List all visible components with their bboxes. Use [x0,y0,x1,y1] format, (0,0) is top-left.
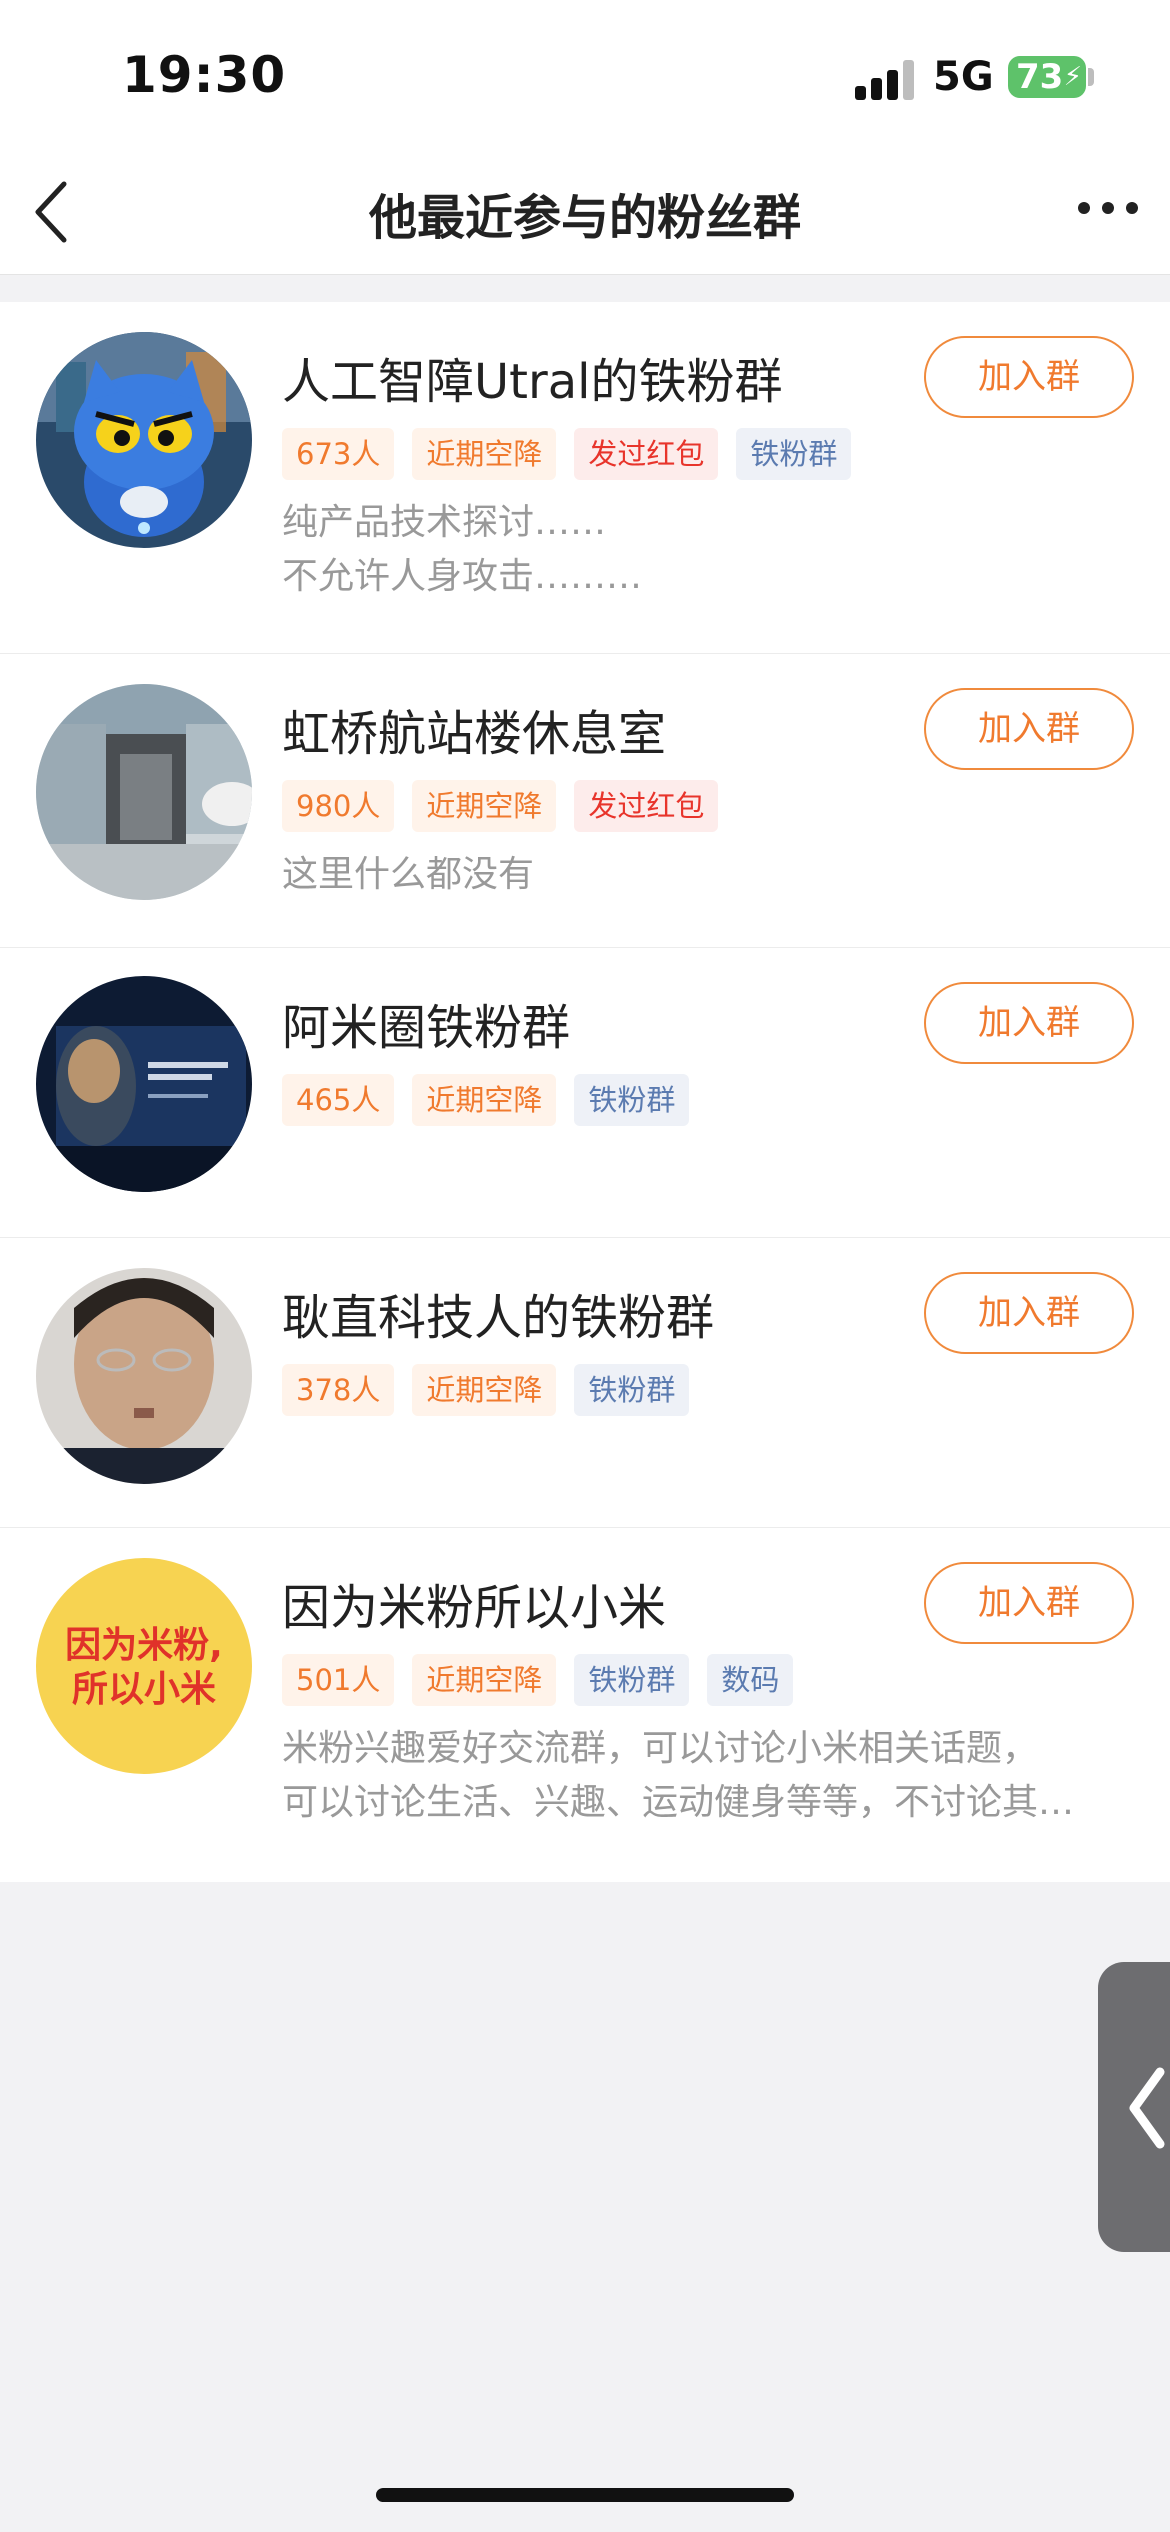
tag-list: 980人 近期空降 发过红包 [282,780,719,832]
more-options-button[interactable] [1068,178,1148,238]
tag-red-packet: 发过红包 [574,428,719,480]
tag-recent: 近期空降 [412,1364,557,1416]
more-dots-icon [1078,202,1138,214]
group-description: 米粉兴趣爱好交流群，可以讨论小米相关话题， 可以讨论生活、兴趣、运动健身等等，不… [282,1722,1138,1830]
member-count-badge: 501人 [282,1654,395,1706]
group-name: 虹桥航站楼休息室 [282,706,667,762]
group-name: 因为米粉所以小米 [282,1580,667,1636]
tag-list: 501人 近期空降 铁粉群 数码 [282,1654,794,1706]
tag-digital: 数码 [707,1654,794,1706]
network-type: 5G [933,54,994,100]
group-row[interactable]: 阿米圈铁粉群 465人 近期空降 铁粉群 加入群 [0,948,1170,1238]
tag-fan-group: 铁粉群 [574,1654,690,1706]
group-row[interactable]: 因为米粉, 所以小米 因为米粉所以小米 501人 近期空降 铁粉群 数码 米粉兴… [0,1528,1170,1882]
side-drawer-handle[interactable] [1098,1962,1170,2252]
tag-fan-group: 铁粉群 [736,428,852,480]
join-group-button[interactable]: 加入群 [924,982,1134,1064]
member-count-badge: 980人 [282,780,395,832]
person-photo-avatar[interactable] [36,1268,252,1484]
home-indicator [376,2488,794,2502]
tag-list: 673人 近期空降 发过红包 铁粉群 [282,428,852,480]
battery-icon: 73 ⚡ [1008,56,1086,98]
tag-recent: 近期空降 [412,780,557,832]
description-line: 米粉兴趣爱好交流群，可以讨论小米相关话题， [282,1728,1039,1769]
stage-portrait-avatar[interactable] [36,976,252,1192]
join-group-button[interactable]: 加入群 [924,336,1134,418]
cellular-signal-icon [855,60,917,100]
member-count-badge: 465人 [282,1074,395,1126]
join-group-button[interactable]: 加入群 [924,1562,1134,1644]
status-bar: 19:30 5G 73 ⚡ [0,0,1170,150]
group-name: 人工智障Utral的铁粉群 [282,354,783,410]
tag-list: 378人 近期空降 铁粉群 [282,1364,690,1416]
member-count-badge: 378人 [282,1364,395,1416]
tag-list: 465人 近期空降 铁粉群 [282,1074,690,1126]
nav-bar: 他最近参与的粉丝群 [0,150,1170,275]
description-line: 可以讨论生活、兴趣、运动健身等等，不讨论其… [282,1782,1075,1823]
join-group-button[interactable]: 加入群 [924,688,1134,770]
battery-tip [1088,68,1094,86]
tag-recent: 近期空降 [412,1074,557,1126]
member-count-badge: 673人 [282,428,395,480]
page-title: 他最近参与的粉丝群 [368,190,801,246]
description-line: 纯产品技术探讨…… [282,502,607,543]
tag-recent: 近期空降 [412,428,557,480]
status-time: 19:30 [122,46,287,104]
tag-fan-group: 铁粉群 [574,1074,690,1126]
tag-fan-group: 铁粉群 [574,1364,690,1416]
join-group-button[interactable]: 加入群 [924,1272,1134,1354]
group-description: 纯产品技术探讨…… 不允许人身攻击……… [282,496,1142,604]
group-row[interactable]: 虹桥航站楼休息室 980人 近期空降 发过红包 这里什么都没有 加入群 [0,654,1170,948]
avatar-logo-line: 因为米粉, [65,1625,223,1666]
text-logo-avatar[interactable]: 因为米粉, 所以小米 [36,1558,252,1774]
battery-level: 73 [1016,57,1064,97]
showroom-avatar[interactable] [36,684,252,900]
group-name: 耿直科技人的铁粉群 [282,1290,715,1346]
group-name: 阿米圈铁粉群 [282,1000,571,1056]
tag-red-packet: 发过红包 [574,780,719,832]
group-list: 人工智障Utral的铁粉群 673人 近期空降 发过红包 铁粉群 纯产品技术探讨… [0,302,1170,1882]
description-line: 这里什么都没有 [282,854,535,895]
description-line: 不允许人身攻击……… [282,556,643,597]
group-description: 这里什么都没有 [282,848,1142,902]
chevron-left-icon [1129,2067,1165,2149]
blue-cat-character-avatar[interactable] [36,332,252,548]
group-row[interactable]: 耿直科技人的铁粉群 378人 近期空降 铁粉群 加入群 [0,1238,1170,1528]
charging-bolt-icon: ⚡ [1063,62,1082,92]
group-row[interactable]: 人工智障Utral的铁粉群 673人 近期空降 发过红包 铁粉群 纯产品技术探讨… [0,302,1170,654]
tag-recent: 近期空降 [412,1654,557,1706]
avatar-logo-line: 所以小米 [71,1669,216,1710]
